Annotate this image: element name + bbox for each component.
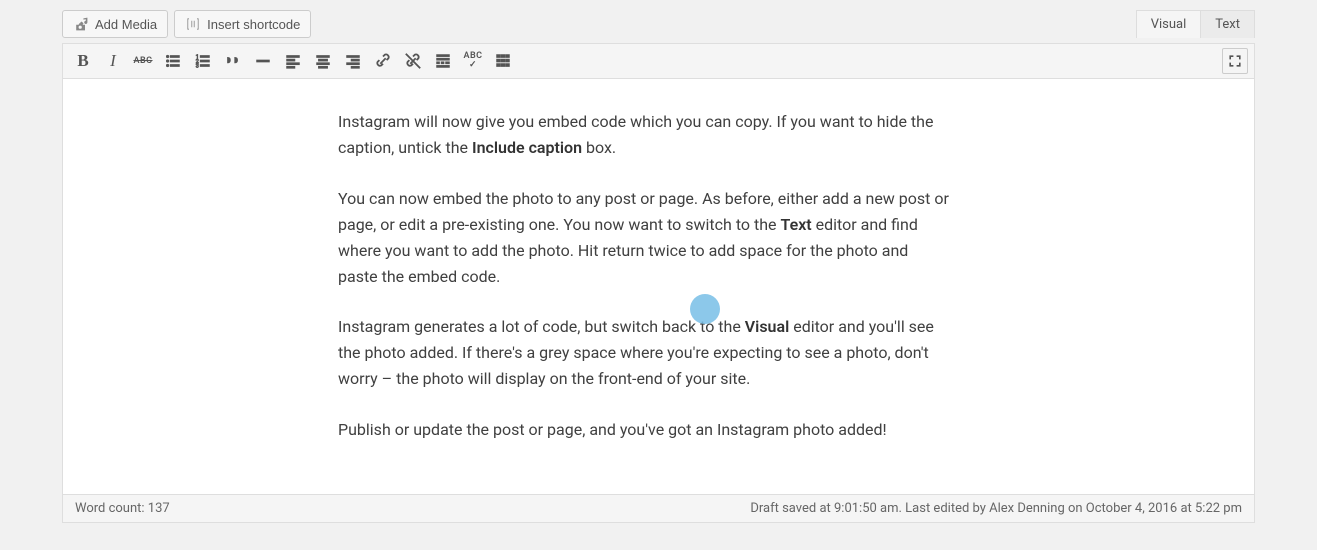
italic-icon: I (110, 51, 116, 71)
align-right-button[interactable] (339, 47, 367, 75)
kitchen-sink-icon (494, 52, 512, 70)
bold-icon: B (77, 51, 88, 71)
horizontal-rule-button[interactable] (249, 47, 277, 75)
align-left-icon (284, 52, 302, 70)
align-right-icon (344, 52, 362, 70)
insert-shortcode-label: Insert shortcode (207, 17, 300, 32)
bulleted-list-button[interactable] (159, 47, 187, 75)
ol-icon: 123 (194, 52, 212, 70)
blockquote-button[interactable] (219, 47, 247, 75)
editor-status-bar: Word count: 137 Draft saved at 9:01:50 a… (63, 494, 1254, 522)
quote-icon (224, 52, 242, 70)
italic-button[interactable]: I (99, 47, 127, 75)
read-more-button[interactable] (429, 47, 457, 75)
camera-music-icon (73, 16, 89, 32)
tab-visual[interactable]: Visual (1137, 11, 1201, 38)
read-more-icon (434, 52, 452, 70)
fullscreen-icon (1227, 53, 1243, 69)
insert-shortcode-button[interactable]: Insert shortcode (174, 10, 311, 38)
editor-container: B I ABC 123 ABC✓ Instagram will now gi (62, 43, 1255, 523)
strikethrough-icon: ABC (133, 56, 152, 66)
align-center-icon (314, 52, 332, 70)
bold-button[interactable]: B (69, 47, 97, 75)
paragraph: You can now embed the photo to any post … (338, 186, 950, 290)
media-buttons: Add Media Insert shortcode (62, 10, 311, 38)
tab-text[interactable]: Text (1200, 11, 1254, 38)
editor-content-area[interactable]: Instagram will now give you embed code w… (63, 79, 1254, 494)
word-count: Word count: 137 (75, 501, 170, 516)
paragraph: Instagram generates a lot of code, but s… (338, 314, 950, 392)
shortcode-icon (185, 16, 201, 32)
toolbar-toggle-button[interactable] (489, 47, 517, 75)
align-center-button[interactable] (309, 47, 337, 75)
strikethrough-button[interactable]: ABC (129, 47, 157, 75)
spellcheck-icon: ABC✓ (463, 52, 482, 70)
numbered-list-button[interactable]: 123 (189, 47, 217, 75)
editor-content: Instagram will now give you embed code w… (338, 109, 950, 443)
editor-mode-tabs: Visual Text (1136, 10, 1255, 38)
paragraph: Instagram will now give you embed code w… (338, 109, 950, 161)
svg-text:3: 3 (196, 63, 199, 69)
draft-save-info: Draft saved at 9:01:50 am. Last edited b… (750, 501, 1242, 516)
paragraph: Publish or update the post or page, and … (338, 417, 950, 443)
add-media-button[interactable]: Add Media (62, 10, 168, 38)
spellcheck-button[interactable]: ABC✓ (459, 47, 487, 75)
unlink-icon (404, 52, 422, 70)
hr-icon (254, 52, 272, 70)
add-media-label: Add Media (95, 17, 157, 32)
editor-top-row: Add Media Insert shortcode Visual Text (62, 10, 1255, 38)
link-icon (374, 52, 392, 70)
unlink-button[interactable] (399, 47, 427, 75)
ul-icon (164, 52, 182, 70)
link-button[interactable] (369, 47, 397, 75)
fullscreen-button[interactable] (1222, 48, 1248, 74)
editor-toolbar: B I ABC 123 ABC✓ (63, 44, 1254, 79)
align-left-button[interactable] (279, 47, 307, 75)
